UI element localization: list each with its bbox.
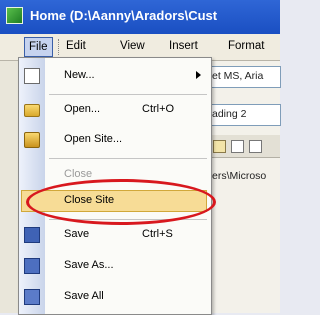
menu-item-label: Open Site... bbox=[64, 133, 123, 145]
toolbar-page2-icon[interactable] bbox=[249, 140, 262, 153]
menu-edit[interactable]: Edit bbox=[66, 40, 86, 52]
frontpage-app-icon bbox=[6, 7, 23, 24]
window-title: Home (D:\Aanny\Aradors\Cust bbox=[30, 8, 218, 23]
style-fragment: ading 2 bbox=[212, 108, 247, 120]
menu-item-label: New... bbox=[64, 69, 95, 81]
save-as-icon bbox=[24, 258, 40, 274]
submenu-arrow-icon bbox=[196, 71, 201, 79]
menu-view[interactable]: View bbox=[120, 40, 145, 52]
save-all-icon bbox=[24, 289, 40, 305]
path-fragment: ers\Microso bbox=[212, 170, 267, 182]
menu-file[interactable]: File bbox=[24, 37, 53, 57]
menu-item-label: Open... bbox=[64, 103, 101, 115]
toolbar-folder-icon[interactable] bbox=[213, 140, 226, 153]
menu-item-label: Save As... bbox=[64, 259, 114, 271]
font-name-fragment: et MS, Aria bbox=[212, 70, 264, 82]
open-site-icon bbox=[24, 132, 40, 148]
menu-item-save-all[interactable]: Save All bbox=[19, 285, 211, 309]
left-band bbox=[0, 61, 20, 313]
menu-item-save[interactable]: Save Ctrl+S bbox=[19, 223, 211, 247]
open-folder-icon bbox=[24, 104, 40, 117]
menu-item-label: Close bbox=[64, 168, 93, 180]
new-page-icon bbox=[24, 68, 40, 84]
menu-item-label: Save All bbox=[64, 290, 104, 302]
title-bar: Home (D:\Aanny\Aradors\Cust bbox=[0, 0, 280, 34]
toolbar-page-icon[interactable] bbox=[231, 140, 244, 153]
menu-item-open-site[interactable]: Open Site... bbox=[19, 128, 211, 152]
menu-insert[interactable]: Insert bbox=[169, 40, 198, 52]
menu-separator-grip bbox=[58, 39, 61, 55]
menu-item-save-as[interactable]: Save As... bbox=[19, 254, 211, 278]
menu-format[interactable]: Format bbox=[228, 40, 264, 52]
menu-separator bbox=[49, 94, 207, 95]
menu-item-open[interactable]: Open... Ctrl+O bbox=[19, 98, 211, 122]
menu-item-shortcut: Ctrl+S bbox=[142, 228, 173, 240]
menu-separator bbox=[49, 158, 207, 159]
save-icon bbox=[24, 227, 40, 243]
red-annotation-ring bbox=[26, 179, 216, 225]
menu-item-label: Save bbox=[64, 228, 90, 240]
menu-item-new[interactable]: New... bbox=[19, 64, 211, 88]
menu-item-shortcut: Ctrl+O bbox=[142, 103, 175, 115]
